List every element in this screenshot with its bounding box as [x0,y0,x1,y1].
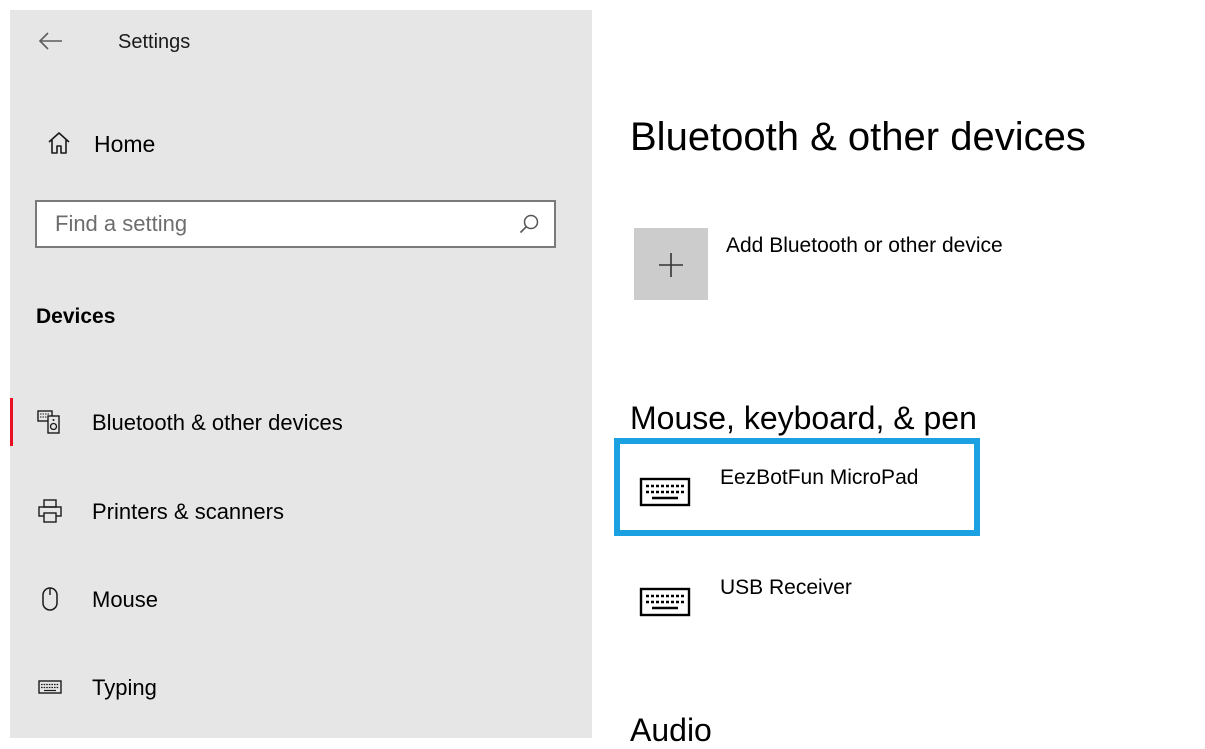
search-box[interactable] [35,200,556,248]
add-device-label: Add Bluetooth or other device [726,234,1003,257]
plus-icon [659,253,683,277]
bluetooth-devices-icon [37,410,60,434]
sidebar-item-label: Printers & scanners [92,499,284,524]
home-icon [48,132,70,154]
page-title: Bluetooth & other devices [630,115,1086,159]
keyboard-icon [639,587,691,617]
main-content: Bluetooth & other devices Add Bluetooth … [592,0,1205,748]
keyboard-icon [639,477,691,507]
app-title: Settings [118,31,191,53]
search-input[interactable] [37,202,497,246]
sidebar-item-printers[interactable]: Printers & scanners [10,487,592,537]
device-name: EezBotFun MicroPad [720,466,919,489]
sidebar-item-typing[interactable]: Typing [10,663,592,713]
add-device-button[interactable]: Add Bluetooth or other device [634,228,1194,300]
sidebar-item-mouse[interactable]: Mouse [10,575,592,625]
sidebar-item-label: Bluetooth & other devices [92,410,343,435]
mouse-icon [42,587,58,611]
section-title: Devices [36,305,116,328]
back-arrow-icon [38,32,62,50]
sidebar: Settings Home Devices Bluetooth & other … [10,10,592,738]
sidebar-item-label: Typing [92,675,157,700]
device-name: USB Receiver [720,576,852,599]
sidebar-item-bluetooth[interactable]: Bluetooth & other devices [10,398,592,448]
device-item-usb-receiver[interactable]: USB Receiver [614,548,980,646]
home-label: Home [94,131,156,157]
device-item-eezbotfun[interactable]: EezBotFun MicroPad [614,438,980,536]
printer-icon [38,499,62,523]
add-device-tile[interactable] [634,228,708,300]
back-button[interactable] [36,26,66,56]
sidebar-item-label: Mouse [92,587,159,612]
sidebar-item-home[interactable]: Home [10,122,592,166]
section-title-audio: Audio [630,712,712,748]
section-title-mouse-keyboard: Mouse, keyboard, & pen [630,400,977,436]
search-icon[interactable] [518,213,540,235]
keyboard-icon [38,680,62,694]
